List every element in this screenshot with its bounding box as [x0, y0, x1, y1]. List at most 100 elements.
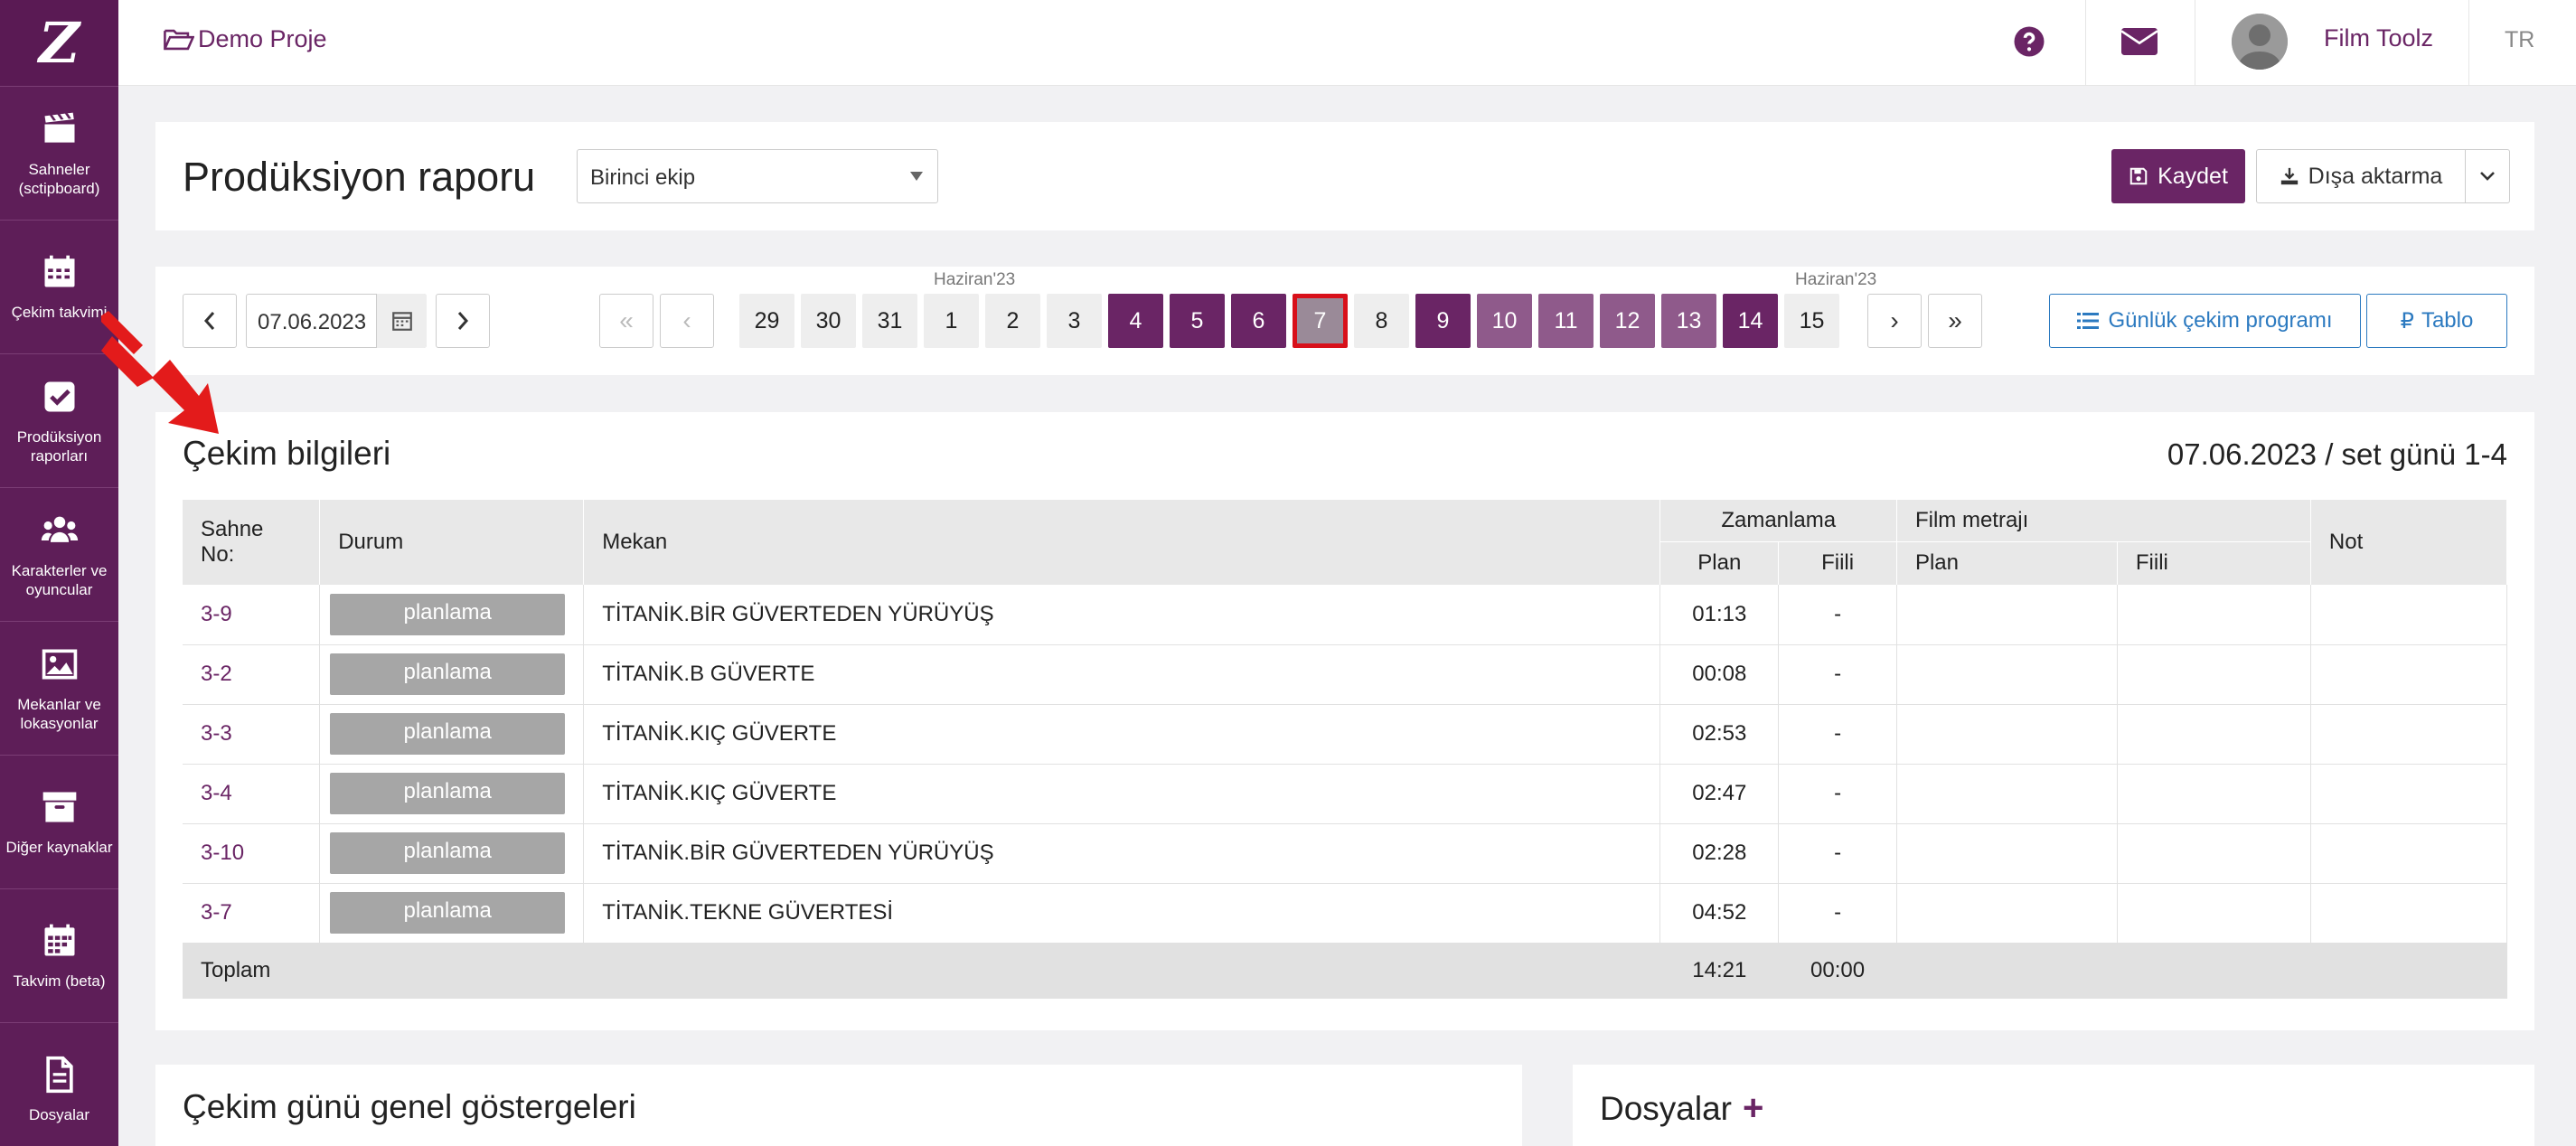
- column-header: Durum: [319, 500, 585, 585]
- status-badge[interactable]: planlama: [330, 773, 566, 814]
- month-label: Haziran'23: [934, 270, 1016, 289]
- table-row: 3-9 planlama TİTANİK.BİR GÜVERTEDEN YÜRÜ…: [183, 585, 2508, 645]
- footage-plan-cell[interactable]: [1896, 883, 2118, 944]
- total-empty: [1896, 943, 2507, 999]
- date-value: 07.06.2023: [258, 310, 367, 334]
- timing-actual-cell: -: [1778, 704, 1897, 765]
- sidebar-item-scenes[interactable]: Sahneler (sctipboard): [0, 86, 118, 220]
- day-cell-selected[interactable]: 7: [1293, 294, 1348, 348]
- day-cell-shooting[interactable]: 6: [1231, 294, 1286, 348]
- note-cell[interactable]: [2310, 644, 2508, 705]
- footage-plan-cell[interactable]: [1896, 764, 2118, 824]
- footage-plan-cell[interactable]: [1896, 585, 2118, 645]
- day-cell-shooting[interactable]: 5: [1170, 294, 1225, 348]
- avatar[interactable]: [2232, 14, 2288, 70]
- sidebar-item-label: Takvim (beta): [13, 972, 106, 990]
- footage-actual-cell[interactable]: [2117, 883, 2311, 944]
- scene-link[interactable]: 3-9: [183, 585, 321, 645]
- sidebar-item-characters[interactable]: Karakterler ve oyuncular: [0, 487, 118, 621]
- daily-schedule-button[interactable]: Günlük çekim programı: [2049, 294, 2361, 348]
- day-cell-shooting[interactable]: 14: [1723, 294, 1778, 348]
- folder-open-icon: [164, 29, 194, 50]
- language-switch[interactable]: TR: [2505, 27, 2534, 53]
- footage-actual-cell[interactable]: [2117, 764, 2311, 824]
- total-label: Toplam: [183, 943, 1660, 999]
- day-cell-shooting[interactable]: 4: [1108, 294, 1163, 348]
- status-badge[interactable]: planlama: [330, 713, 566, 755]
- day-cell[interactable]: 8: [1354, 294, 1409, 348]
- note-cell[interactable]: [2310, 823, 2508, 884]
- save-button[interactable]: Kaydet: [2111, 149, 2245, 203]
- project-name: Demo Proje: [198, 25, 327, 52]
- status-badge[interactable]: planlama: [330, 892, 566, 934]
- day-cell-shooting[interactable]: 13: [1661, 294, 1716, 348]
- prev-page-button[interactable]: ‹: [660, 294, 714, 348]
- scene-link[interactable]: 3-10: [183, 823, 321, 884]
- day-cell-shooting[interactable]: 11: [1538, 294, 1594, 348]
- app-logo[interactable]: Z: [0, 0, 118, 86]
- day-cell[interactable]: 30: [801, 294, 856, 348]
- footage-actual-cell[interactable]: [2117, 704, 2311, 765]
- column-header: Mekan: [583, 500, 1661, 585]
- project-breadcrumb[interactable]: Demo Proje: [164, 25, 327, 53]
- status-badge[interactable]: planlama: [330, 653, 566, 695]
- sidebar-item-other-resources[interactable]: Diğer kaynaklar: [0, 755, 118, 888]
- scene-link[interactable]: 3-4: [183, 764, 321, 824]
- sidebar-item-calendar-beta[interactable]: Takvim (beta): [0, 888, 118, 1022]
- timing-plan-cell: 00:08: [1659, 644, 1780, 705]
- envelope-icon[interactable]: [2121, 27, 2158, 56]
- first-page-button[interactable]: «: [599, 294, 653, 348]
- column-header: Plan: [1659, 541, 1780, 585]
- day-cell[interactable]: 2: [985, 294, 1040, 348]
- note-cell[interactable]: [2310, 764, 2508, 824]
- table-view-button[interactable]: ₽ Tablo: [2366, 294, 2507, 348]
- note-cell[interactable]: [2310, 585, 2508, 645]
- last-page-button[interactable]: »: [1928, 294, 1982, 348]
- day-cell[interactable]: 3: [1047, 294, 1102, 348]
- user-name[interactable]: Film Toolz: [2324, 24, 2433, 52]
- export-dropdown-button[interactable]: [2465, 149, 2510, 203]
- scene-link[interactable]: 3-7: [183, 883, 321, 944]
- calendar-grid-icon: [44, 924, 74, 956]
- footage-actual-cell[interactable]: [2117, 585, 2311, 645]
- status-badge[interactable]: planlama: [330, 593, 566, 635]
- day-cell-shooting[interactable]: 9: [1415, 294, 1471, 348]
- export-button[interactable]: Dışa aktarma: [2256, 149, 2466, 203]
- column-header-group: Film metrajı: [1896, 500, 2311, 542]
- scene-link[interactable]: 3-3: [183, 704, 321, 765]
- add-file-button[interactable]: +: [1743, 1088, 1763, 1129]
- next-page-button[interactable]: ›: [1867, 294, 1922, 348]
- double-chevron-left-icon: «: [619, 306, 634, 334]
- note-cell[interactable]: [2310, 883, 2508, 944]
- day-cell[interactable]: 29: [739, 294, 794, 348]
- footage-plan-cell[interactable]: [1896, 704, 2118, 765]
- chevron-right-icon: ›: [1890, 306, 1899, 334]
- location-cell: TİTANİK.KIÇ GÜVERTE: [583, 704, 1661, 765]
- footage-plan-cell[interactable]: [1896, 644, 2118, 705]
- timing-actual-cell: -: [1778, 644, 1897, 705]
- sidebar-item-locations[interactable]: Mekanlar ve lokasyonlar: [0, 621, 118, 755]
- footage-actual-cell[interactable]: [2117, 644, 2311, 705]
- next-day-button[interactable]: [436, 294, 490, 348]
- footage-plan-cell[interactable]: [1896, 823, 2118, 884]
- column-header: Sahne No:: [183, 500, 321, 585]
- chevron-left-icon: ‹: [682, 306, 691, 334]
- note-cell[interactable]: [2310, 704, 2508, 765]
- day-cell[interactable]: 31: [862, 294, 917, 348]
- separator: [2085, 0, 2086, 86]
- day-cell[interactable]: 1: [924, 294, 979, 348]
- sidebar-item-files[interactable]: Dosyalar: [0, 1022, 118, 1146]
- date-picker-button[interactable]: [376, 294, 427, 348]
- crew-select[interactable]: Birinci ekip: [577, 149, 938, 203]
- help-icon[interactable]: [2013, 25, 2045, 58]
- status-badge[interactable]: planlama: [330, 832, 566, 874]
- chevron-down-icon: [2480, 172, 2495, 181]
- page-title: Prodüksiyon raporu: [183, 154, 536, 200]
- footage-actual-cell[interactable]: [2117, 823, 2311, 884]
- shooting-info-panel: Çekim bilgileri 07.06.2023 / set günü 1-…: [155, 412, 2534, 1030]
- scene-link[interactable]: 3-2: [183, 644, 321, 705]
- day-cell[interactable]: 15: [1784, 294, 1839, 348]
- section-title: Dosyalar: [1600, 1089, 1732, 1127]
- day-cell-shooting[interactable]: 10: [1477, 294, 1532, 348]
- day-cell-shooting[interactable]: 12: [1600, 294, 1655, 348]
